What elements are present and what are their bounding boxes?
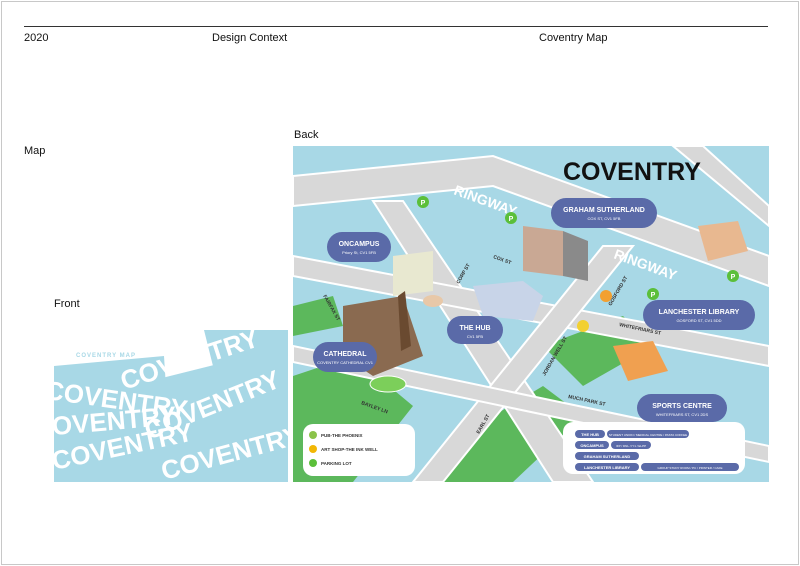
map-key: THE HUB STUDENT UNION / MEDICAL CENTRE /… xyxy=(563,422,745,474)
legend-label: ART SHOP-THE INK WELL xyxy=(321,447,378,452)
front-small-title: COVENTRY MAP xyxy=(76,353,136,359)
plaza-circle xyxy=(423,295,443,307)
place-pill-cathedral: CATHEDRAL COVENTRY CATHEDRAL CV1 xyxy=(313,342,377,372)
place-pill-graham-sutherland: GRAHAM SUTHERLAND COX ST, CV1 5FB xyxy=(551,198,657,228)
header-project: Coventry Map xyxy=(539,32,608,44)
building-sports-centre xyxy=(613,341,668,381)
legend-art-shop-icon xyxy=(309,445,317,453)
front-cover-art: COVENTRY MAP COVENTRY COVENTRY COVENTRY … xyxy=(54,330,288,482)
legend-pub-icon xyxy=(309,431,317,439)
key-detail: STUDENT UNION / MEDICAL CENTRE / PASTA C… xyxy=(609,433,687,437)
parking-pin-icon: P xyxy=(727,270,739,282)
place-pill-the-hub: THE HUB CV1 5FB xyxy=(447,316,503,344)
back-label: Back xyxy=(294,129,319,141)
place-sub: COX ST, CV1 5FB xyxy=(588,216,621,221)
parking-pin-icon: P xyxy=(505,212,517,224)
header-section: Design Context xyxy=(212,32,288,44)
map-illustration: RINGWAY RINGWAY FAIRFAX ST CORP ST COX S… xyxy=(293,146,769,482)
place-name: SPORTS CENTRE xyxy=(652,403,712,410)
pub-pin-icon xyxy=(600,290,612,302)
key-name: THE HUB xyxy=(581,432,599,437)
parking-pin-icon: P xyxy=(417,196,429,208)
svg-text:P: P xyxy=(509,216,514,223)
legend-label: PARKING LOT xyxy=(321,461,352,466)
parking-pin-icon: P xyxy=(647,288,659,300)
road-label: GOSFORD ST xyxy=(608,275,630,307)
place-name: ONCAMPUS xyxy=(339,241,380,248)
svg-text:P: P xyxy=(731,274,736,281)
key-name: GRAHAM SUTHERLAND xyxy=(584,454,631,459)
header-rule xyxy=(24,26,768,27)
building-the-hub xyxy=(473,281,543,321)
legend-label: PUB-THE PHOENIX xyxy=(321,433,363,438)
place-name: LANCHESTER LIBRARY xyxy=(659,309,740,316)
legend-parking-icon xyxy=(309,459,317,467)
place-pill-lanchester-library: LANCHESTER LIBRARY GOSFORD ST, CV1 5DD xyxy=(643,300,755,330)
key-name: LANCHESTER LIBRARY xyxy=(584,465,630,470)
place-name: CATHEDRAL xyxy=(323,351,367,358)
place-sub: WHITEFRIARS ST, CV1 2DS xyxy=(656,412,709,417)
map-title: COVENTRY xyxy=(563,158,701,186)
place-sub: Priory St, CV1 5FB xyxy=(342,250,376,255)
place-pill-sports-centre: SPORTS CENTRE WHITEFRIARS ST, CV1 2DS xyxy=(637,394,727,422)
key-detail: IFP / DNL / IY1 / ELPP xyxy=(616,444,646,448)
place-name: THE HUB xyxy=(459,325,490,332)
map-label: Map xyxy=(24,145,46,157)
map-legend: PUB-THE PHOENIX ART SHOP-THE INK WELL PA… xyxy=(303,424,415,476)
header-year: 2020 xyxy=(24,32,49,44)
building-oncampus xyxy=(393,251,433,296)
road-label: COX ST xyxy=(492,254,512,266)
place-sub: COVENTRY CATHEDRAL CV1 xyxy=(317,360,374,365)
key-detail: GROUP STUDY ROOM / PC / PRINTER / CAFE xyxy=(658,466,723,470)
art-shop-pin-icon xyxy=(577,320,589,332)
road-label: CORP ST xyxy=(456,263,472,285)
front-label: Front xyxy=(54,298,80,310)
place-sub: GOSFORD ST, CV1 5DD xyxy=(676,318,721,323)
place-pill-oncampus: ONCAMPUS Priory St, CV1 5FB xyxy=(327,232,391,262)
building-graham-sutherland xyxy=(563,231,588,281)
place-sub: CV1 5FB xyxy=(467,334,484,339)
building-graham-sutherland xyxy=(523,226,563,276)
svg-text:P: P xyxy=(421,200,426,207)
place-name: GRAHAM SUTHERLAND xyxy=(563,207,645,214)
back-map: RINGWAY RINGWAY FAIRFAX ST CORP ST COX S… xyxy=(293,146,769,482)
svg-text:P: P xyxy=(651,292,656,299)
key-name: ONCAMPUS xyxy=(580,443,604,448)
park-circle xyxy=(369,375,407,393)
front-cover: COVENTRY MAP COVENTRY COVENTRY COVENTRY … xyxy=(54,330,288,482)
